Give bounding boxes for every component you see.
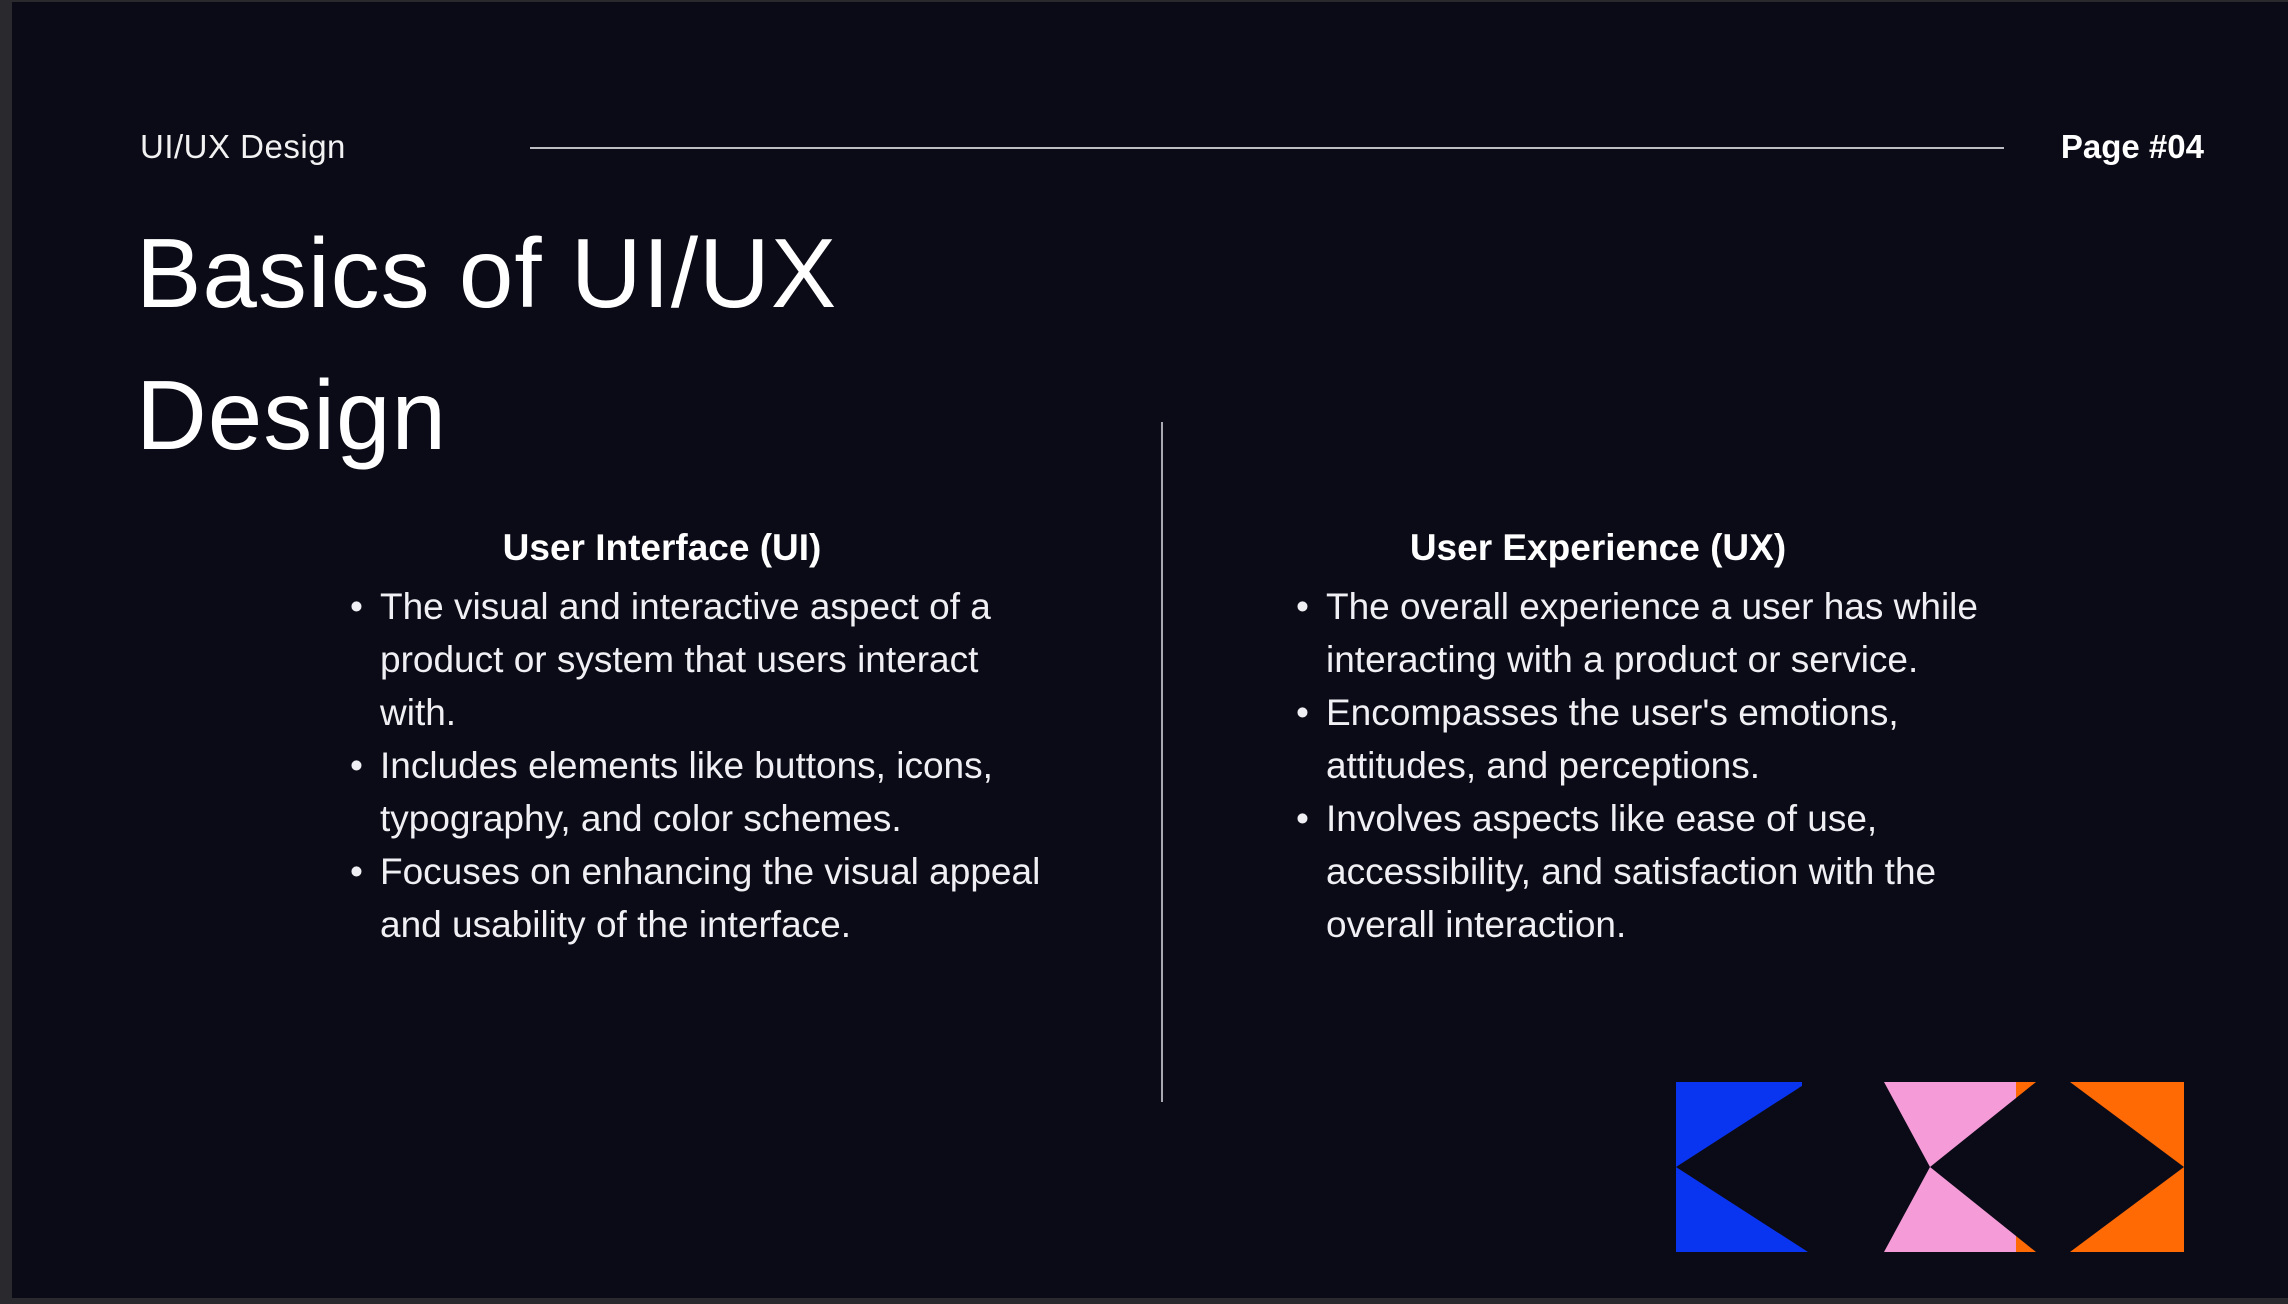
list-item: • The visual and interactive aspect of a … [342,580,1062,739]
header-label: UI/UX Design [140,128,346,165]
ux-column: User Experience (UX) • The overall experi… [1288,520,2028,951]
list-item-text: Encompasses the user's emotions, attitud… [1326,692,1899,786]
header-rule [530,147,2004,149]
geometric-pattern [1676,1082,2184,1252]
list-item-text: Includes elements like buttons, icons, t… [380,745,993,839]
list-item-text: Focuses on enhancing the visual appeal a… [380,851,1041,945]
bullet-icon: • [350,745,363,786]
bullet-icon: • [1296,798,1309,839]
column-divider [1161,422,1163,1102]
title-line-2: Design [136,360,448,470]
list-item-text: Involves aspects like ease of use, acces… [1326,798,1937,945]
list-item: • Includes elements like buttons, icons, … [342,739,1062,845]
bullet-icon: • [1296,692,1309,733]
page-number: Page #04 [2060,128,2204,165]
title-line-1: Basics of UI/UX [136,218,838,328]
bullet-icon: • [350,851,363,892]
bullet-icon: • [350,586,363,627]
ui-points: • The visual and interactive aspect of a … [342,580,1062,951]
slide-title: Basics of UI/UX Design [136,202,1036,486]
list-item: • Encompasses the user's emotions, attitu… [1288,686,2028,792]
bullet-icon: • [1296,586,1309,627]
list-item-text: The overall experience a user has while … [1326,586,1978,680]
ui-column: User Interface (UI) • The visual and inte… [342,520,1062,951]
ux-heading: User Experience (UX) [1409,527,1787,568]
list-item: • The overall experience a user has while… [1288,580,2028,686]
ui-heading: User Interface (UI) [502,527,822,568]
list-item: • Focuses on enhancing the visual appeal … [342,845,1062,951]
list-item-text: The visual and interactive aspect of a p… [380,586,991,733]
ux-points: • The overall experience a user has while… [1288,580,2028,951]
list-item: • Involves aspects like ease of use, acce… [1288,792,2028,951]
slide: UI/UX Design Page #04 Basics of UI/UX De… [12,2,2288,1298]
